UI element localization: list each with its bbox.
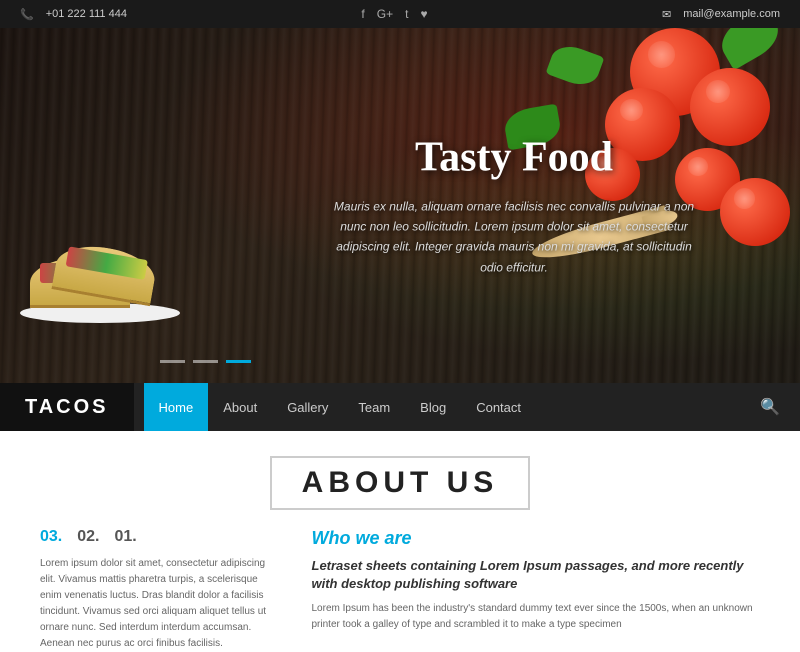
hero-title: Tasty Food bbox=[324, 133, 704, 181]
nav-blog[interactable]: Blog bbox=[405, 383, 461, 431]
search-icon[interactable]: 🔍 bbox=[760, 399, 780, 416]
hero-food-image bbox=[10, 213, 190, 333]
google-plus-icon[interactable]: G+ bbox=[377, 7, 393, 21]
about-title: ABOUT US bbox=[270, 456, 531, 510]
nav-home[interactable]: Home bbox=[144, 383, 209, 431]
about-num-2[interactable]: 02. bbox=[77, 528, 99, 546]
about-left-text: Lorem ipsum dolor sit amet, consectetur … bbox=[40, 556, 282, 652]
who-text: Lorem Ipsum has been the industry's stan… bbox=[312, 601, 761, 633]
basil-leaf bbox=[546, 41, 605, 91]
navigation: TACOS Home About Gallery Team Blog Conta… bbox=[0, 383, 800, 431]
about-section: ABOUT US 03. 02. 01. Lorem ipsum dolor s… bbox=[0, 431, 800, 600]
about-numbers[interactable]: 03. 02. 01. bbox=[40, 528, 282, 546]
twitter-icon[interactable]: t bbox=[405, 7, 408, 21]
nav-team[interactable]: Team bbox=[343, 383, 405, 431]
slider-dot-3[interactable] bbox=[226, 360, 251, 363]
tomato bbox=[720, 178, 790, 246]
facebook-icon[interactable]: f bbox=[361, 7, 364, 21]
social-links[interactable]: f G+ t ♥ bbox=[361, 7, 427, 21]
about-right: Who we are Letraset sheets containing Lo… bbox=[312, 528, 761, 652]
about-num-3[interactable]: 03. bbox=[40, 528, 62, 546]
about-num-1[interactable]: 01. bbox=[115, 528, 137, 546]
about-left: 03. 02. 01. Lorem ipsum dolor sit amet, … bbox=[40, 528, 282, 652]
top-bar-right: ✉ mail@example.com bbox=[662, 8, 780, 21]
slider-dot-2[interactable] bbox=[193, 360, 218, 363]
pinterest-icon[interactable]: ♥ bbox=[420, 7, 427, 21]
slider-dots[interactable] bbox=[160, 360, 251, 363]
hero-section: Tasty Food Mauris ex nulla, aliquam orna… bbox=[0, 28, 800, 383]
brand-logo[interactable]: TACOS bbox=[0, 383, 134, 431]
nav-about[interactable]: About bbox=[208, 383, 272, 431]
phone-icon: 📞 bbox=[20, 8, 34, 21]
slider-dot-1[interactable] bbox=[160, 360, 185, 363]
taco-filling bbox=[66, 246, 148, 280]
about-title-wrap: ABOUT US bbox=[40, 456, 760, 510]
basil-leaf bbox=[714, 28, 786, 70]
nav-gallery[interactable]: Gallery bbox=[272, 383, 343, 431]
about-content: 03. 02. 01. Lorem ipsum dolor sit amet, … bbox=[40, 528, 760, 652]
email-icon: ✉ bbox=[662, 8, 671, 21]
nav-contact[interactable]: Contact bbox=[461, 383, 536, 431]
search-button[interactable]: 🔍 bbox=[740, 397, 800, 417]
top-bar: 📞 +01 222 111 444 f G+ t ♥ ✉ mail@exampl… bbox=[0, 0, 800, 28]
email-address: mail@example.com bbox=[683, 8, 780, 20]
hero-subtitle: Mauris ex nulla, aliquam ornare facilisi… bbox=[324, 196, 704, 278]
nav-links: Home About Gallery Team Blog Contact bbox=[134, 383, 741, 431]
who-subtitle: Letraset sheets containing Lorem Ipsum p… bbox=[312, 557, 761, 593]
hero-content: Tasty Food Mauris ex nulla, aliquam orna… bbox=[324, 133, 704, 278]
top-bar-left: 📞 +01 222 111 444 bbox=[20, 8, 127, 21]
phone-number: +01 222 111 444 bbox=[46, 8, 127, 20]
who-we-are-title: Who we are bbox=[312, 528, 761, 549]
